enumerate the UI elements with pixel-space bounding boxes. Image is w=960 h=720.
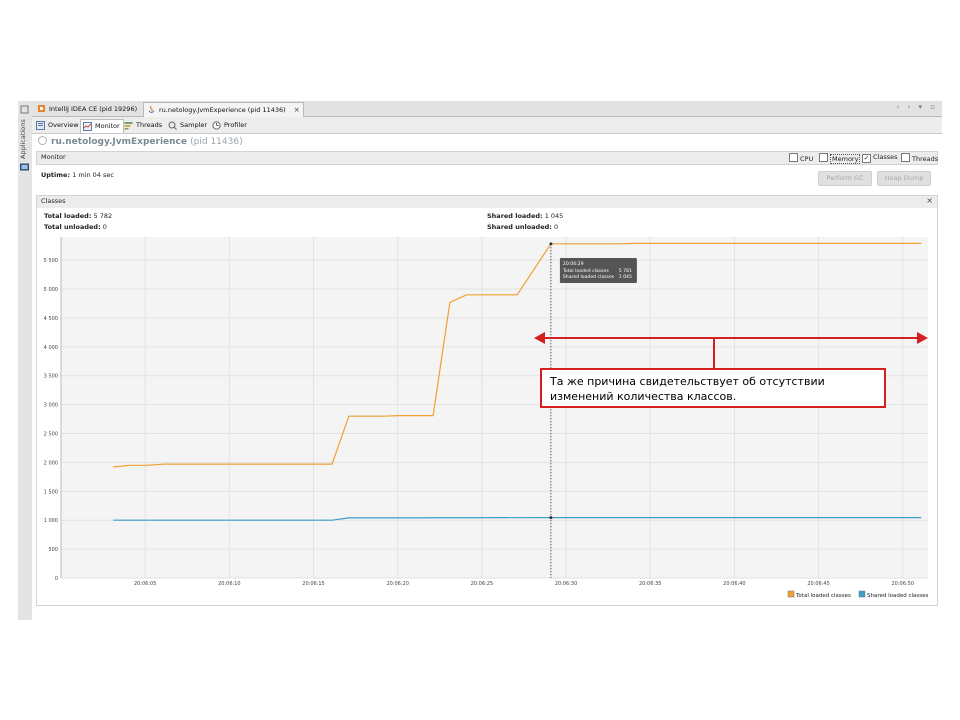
y-tick-label: 5 000 bbox=[44, 287, 58, 293]
x-tick-label: 20:06:40 bbox=[723, 581, 745, 587]
y-tick-label: 4 500 bbox=[44, 316, 58, 322]
x-tick-label: 20:06:50 bbox=[892, 581, 914, 587]
y-tick-label: 1 500 bbox=[44, 489, 58, 495]
tooltip-row-label: Shared loaded classes bbox=[563, 274, 615, 280]
y-tick-label: 4 000 bbox=[44, 345, 58, 351]
cursor-marker bbox=[549, 242, 553, 246]
tooltip-row-label: Total loaded classes bbox=[562, 268, 609, 274]
x-tick-label: 20:06:35 bbox=[639, 581, 661, 587]
legend-label: Shared loaded classes bbox=[867, 593, 929, 599]
cursor-marker bbox=[549, 516, 553, 520]
tooltip-time: 20:06:29 bbox=[563, 261, 584, 267]
annotation-callout: Та же причина свидетельствует об отсутст… bbox=[540, 368, 886, 408]
x-tick-label: 20:06:30 bbox=[555, 581, 577, 587]
y-tick-label: 2 000 bbox=[44, 460, 58, 466]
legend-swatch bbox=[858, 590, 866, 598]
classes-chart: 0 500 1 000 1 500 2 000 2 500 3 000 3 500 4 000 4… bbox=[44, 237, 929, 599]
y-tick-label: 0 bbox=[55, 576, 58, 582]
x-tick-label: 20:06:25 bbox=[471, 581, 493, 587]
y-tick-label: 3 000 bbox=[44, 403, 58, 409]
x-tick-label: 20:06:15 bbox=[302, 581, 324, 587]
y-tick-label: 500 bbox=[48, 547, 58, 553]
x-tick-label: 20:06:20 bbox=[386, 581, 408, 587]
y-tick-label: 1 000 bbox=[44, 518, 58, 524]
x-tick-label: 20:06:45 bbox=[807, 581, 829, 587]
x-tick-label: 20:06:05 bbox=[134, 581, 156, 587]
y-tick-label: 5 500 bbox=[44, 258, 58, 264]
tooltip-row-value: 1 045 bbox=[619, 274, 632, 280]
x-tick-label: 20:06:10 bbox=[218, 581, 240, 587]
y-tick-label: 2 500 bbox=[44, 432, 58, 438]
legend-label: Total loaded classes bbox=[795, 593, 851, 599]
tooltip-row-value: 5 781 bbox=[619, 268, 632, 274]
y-tick-label: 3 500 bbox=[44, 374, 58, 380]
legend-swatch bbox=[787, 590, 795, 598]
